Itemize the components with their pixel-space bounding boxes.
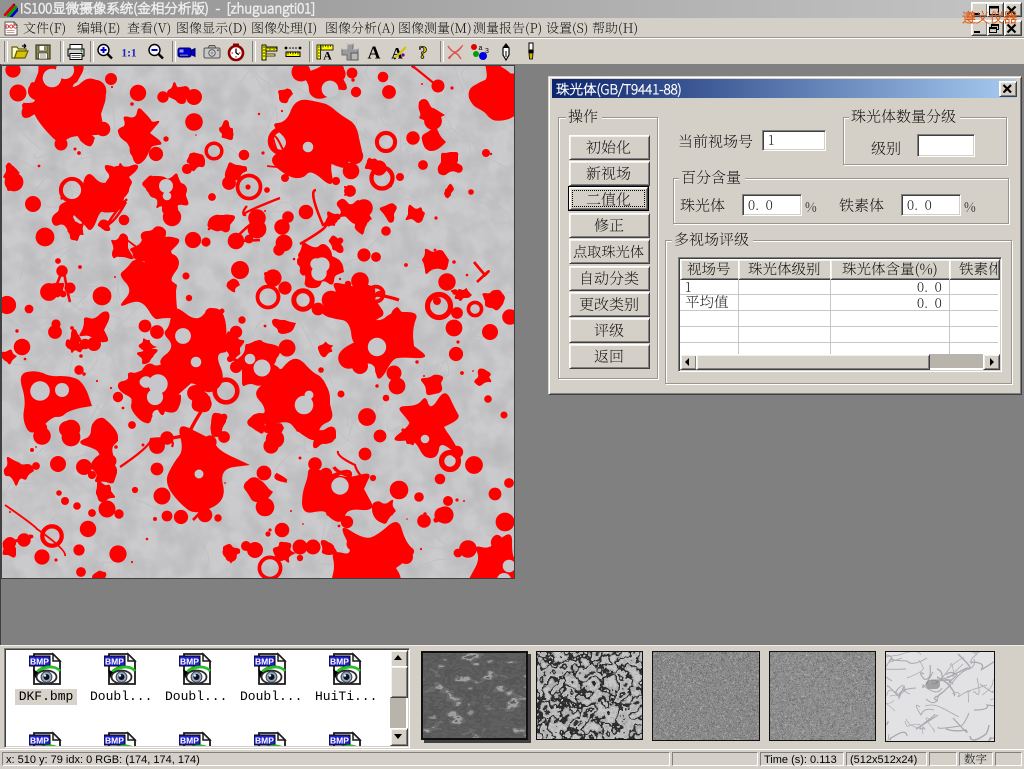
svg-text:1:1: 1:1 xyxy=(121,48,137,60)
svg-text:A: A xyxy=(368,43,381,63)
svg-text:a: a xyxy=(479,45,483,52)
svg-text:BMP: BMP xyxy=(30,656,49,666)
svg-text:DOC: DOC xyxy=(5,25,17,31)
svg-text:BMP: BMP xyxy=(105,656,124,666)
svg-text:BMP: BMP xyxy=(30,735,49,745)
svg-text:BMP: BMP xyxy=(180,735,199,745)
svg-text:A: A xyxy=(391,46,403,63)
svg-text:BMP: BMP xyxy=(255,656,274,666)
svg-text:BMP: BMP xyxy=(180,656,199,666)
svg-text:BMP: BMP xyxy=(330,735,349,745)
svg-text:BMP: BMP xyxy=(330,656,349,666)
svg-text:A: A xyxy=(323,49,332,63)
svg-text:?: ? xyxy=(419,43,428,63)
svg-text:3: 3 xyxy=(485,48,489,55)
svg-text:BMP: BMP xyxy=(255,735,274,745)
svg-text:BMP: BMP xyxy=(105,735,124,745)
